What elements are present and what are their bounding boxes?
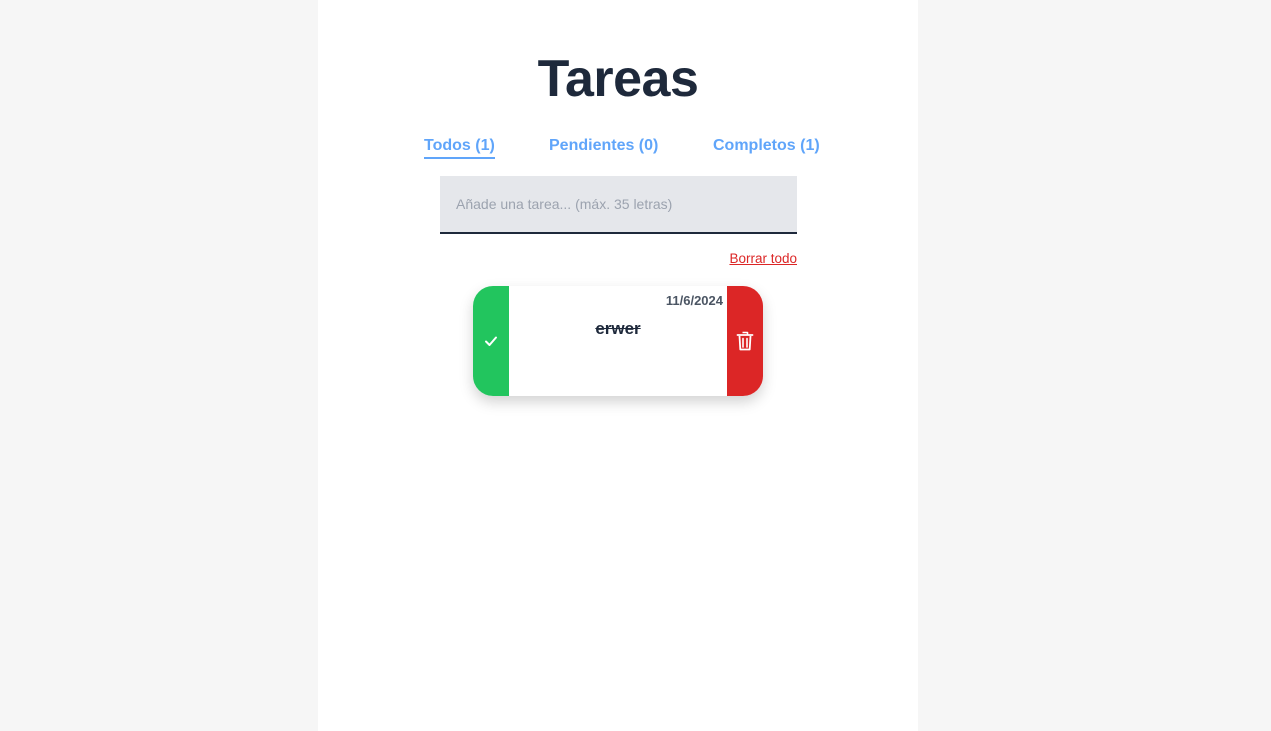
clear-all-link[interactable]: Borrar todo (723, 251, 797, 266)
task-text: erwer (595, 319, 641, 338)
todo-app: Tareas Todos (1) Pendientes (0) Completo… (318, 0, 918, 731)
check-icon (485, 336, 497, 346)
task-item: 11/6/2024 erwer (473, 286, 763, 396)
trash-icon (736, 331, 754, 351)
filter-tabs: Todos (1) Pendientes (0) Completos (1) (318, 136, 918, 162)
tab-completed[interactable]: Completos (1) (713, 136, 820, 156)
delete-task-button[interactable] (727, 286, 763, 396)
tab-pending[interactable]: Pendientes (0) (549, 136, 658, 156)
complete-task-button[interactable] (473, 286, 509, 396)
task-date: 11/6/2024 (665, 293, 723, 308)
new-task-field (440, 176, 797, 234)
page-title: Tareas (537, 50, 699, 108)
tab-all[interactable]: Todos (1) (424, 136, 495, 159)
new-task-input[interactable] (440, 176, 797, 232)
